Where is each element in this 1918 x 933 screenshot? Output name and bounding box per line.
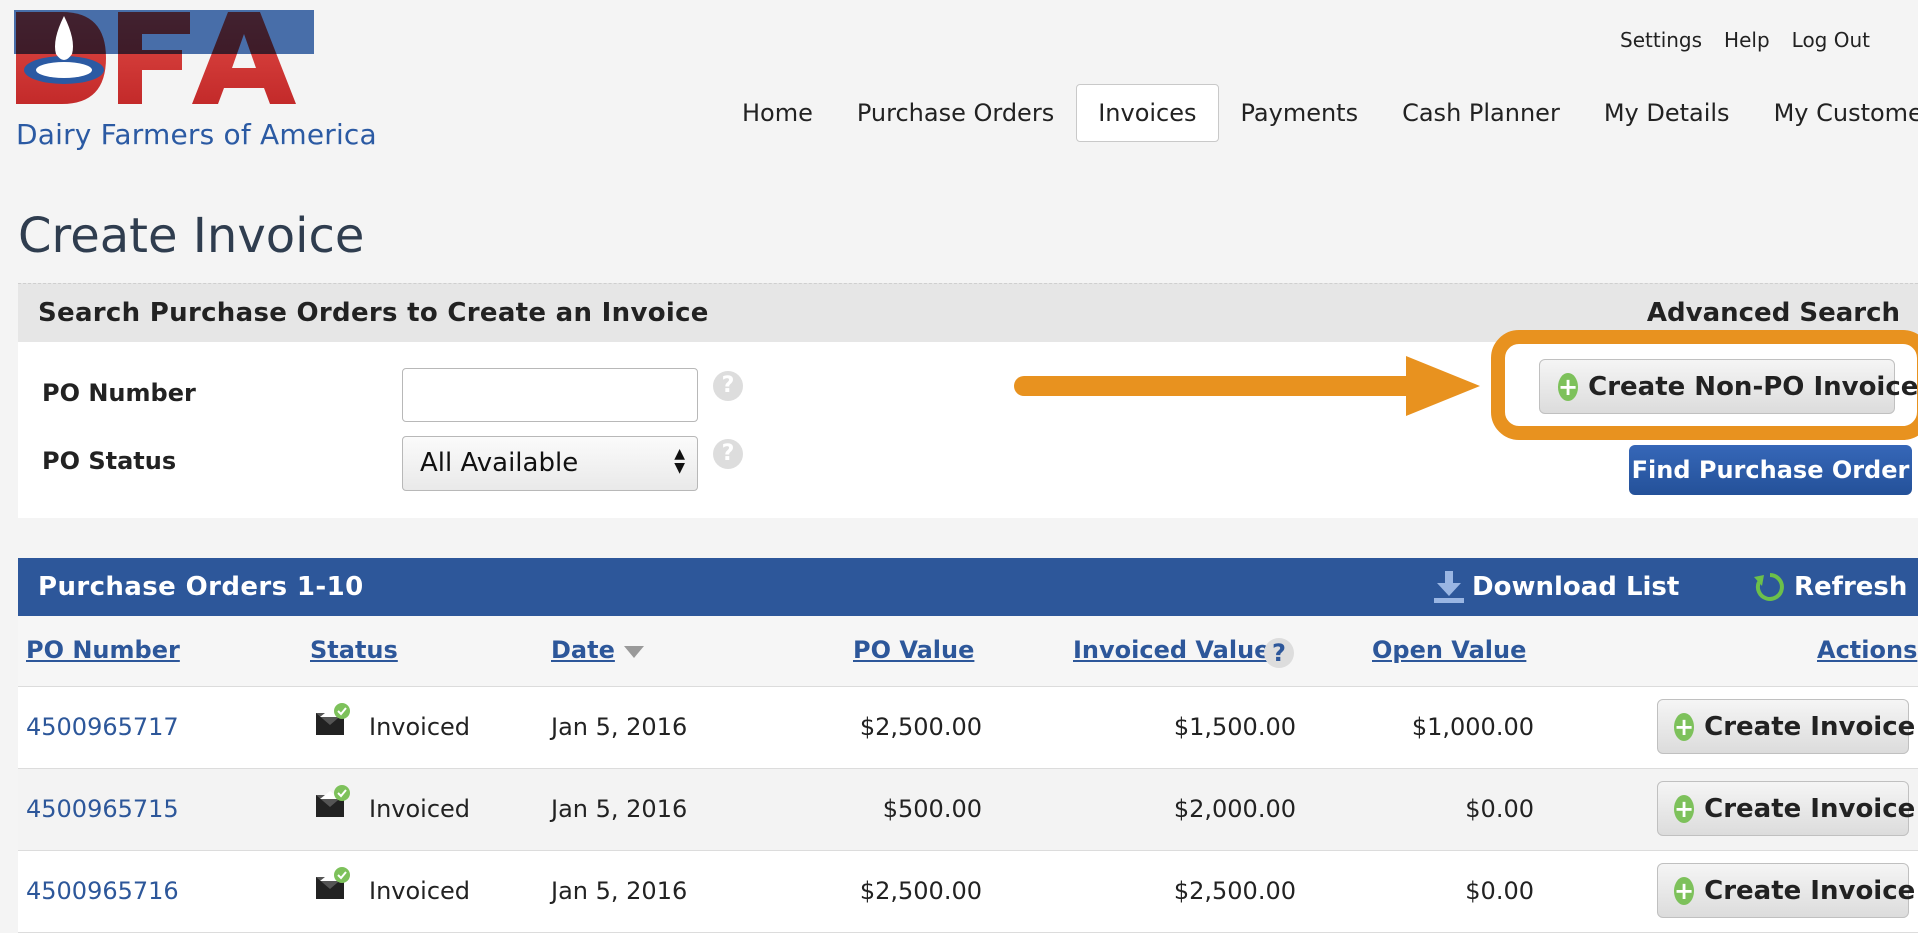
date-cell: Jan 5, 2016 — [551, 713, 688, 741]
logout-link[interactable]: Log Out — [1792, 28, 1870, 52]
download-list-button[interactable]: Download List — [1434, 571, 1679, 603]
sort-desc-icon[interactable] — [624, 646, 644, 658]
table-row: 4500965715 Invoiced Jan 5, 2016 $500.00 … — [18, 769, 1918, 851]
po-value-cell: $500.00 — [882, 795, 982, 823]
create-invoice-label: Create Invoice — [1704, 875, 1916, 906]
utility-nav: Settings Help Log Out — [1620, 28, 1870, 52]
po-number-link[interactable]: 4500965717 — [26, 713, 179, 741]
invoiced-value-cell: $2,500.00 — [1173, 877, 1296, 905]
main-nav: Home Purchase Orders Invoices Payments C… — [720, 84, 1918, 142]
open-value-cell: $0.00 — [1465, 795, 1534, 823]
results-heading: Purchase Orders 1-10 — [38, 572, 364, 602]
col-date[interactable]: Date — [551, 636, 615, 664]
invoiced-value-cell: $2,000.00 — [1173, 795, 1296, 823]
po-value-cell: $2,500.00 — [859, 713, 982, 741]
plus-circle-icon: + — [1674, 876, 1695, 905]
page-title: Create Invoice — [18, 208, 365, 264]
date-cell: Jan 5, 2016 — [551, 877, 688, 905]
create-invoice-button[interactable]: + Create Invoice — [1657, 699, 1915, 754]
date-cell: Jan 5, 2016 — [551, 795, 688, 823]
help-icon[interactable]: ? — [1264, 638, 1294, 668]
col-open-value[interactable]: Open Value — [1372, 636, 1526, 664]
nav-home[interactable]: Home — [720, 84, 835, 142]
invoiced-value-cell: $1,500.00 — [1173, 713, 1296, 741]
nav-my-details[interactable]: My Details — [1582, 84, 1752, 142]
plus-circle-icon: + — [1674, 712, 1695, 741]
refresh-label: Refresh — [1794, 572, 1908, 602]
status-text: Invoiced — [369, 877, 471, 905]
col-actions[interactable]: Actions — [1817, 636, 1917, 664]
nav-purchase-orders[interactable]: Purchase Orders — [835, 84, 1076, 142]
settings-link[interactable]: Settings — [1620, 28, 1702, 52]
status-text: Invoiced — [369, 795, 471, 823]
refresh-icon — [1754, 573, 1784, 601]
po-number-label: PO Number — [42, 379, 196, 407]
download-list-label: Download List — [1472, 572, 1680, 602]
arrow-right-icon — [1014, 356, 1480, 416]
invoiced-envelope-icon — [316, 703, 350, 735]
po-status-value: All Available — [420, 448, 579, 478]
advanced-search-link[interactable]: Advanced Search — [1647, 298, 1900, 328]
invoiced-envelope-icon — [316, 785, 350, 817]
invoiced-envelope-icon — [316, 867, 350, 899]
find-purchase-order-button[interactable]: Find Purchase Order — [1629, 445, 1912, 495]
po-number-link[interactable]: 4500965716 — [26, 877, 179, 905]
po-status-label: PO Status — [42, 447, 177, 475]
col-status[interactable]: Status — [310, 636, 398, 664]
refresh-button[interactable]: Refresh — [1754, 571, 1907, 603]
logo-tagline: Dairy Farmers of America — [16, 118, 377, 151]
po-number-link[interactable]: 4500965715 — [26, 795, 179, 823]
create-invoice-button[interactable]: + Create Invoice — [1657, 781, 1915, 836]
create-invoice-label: Create Invoice — [1704, 793, 1916, 824]
plus-circle-icon: + — [1674, 794, 1695, 823]
highlight-callout — [1491, 330, 1918, 440]
col-invoiced-value[interactable]: Invoiced Value — [1073, 636, 1270, 664]
status-text: Invoiced — [369, 713, 471, 741]
results-header: Purchase Orders 1-10 Download List Refre… — [18, 558, 1918, 616]
create-invoice-button[interactable]: + Create Invoice — [1657, 863, 1915, 918]
nav-cash-planner[interactable]: Cash Planner — [1380, 84, 1582, 142]
table-header: PO Number Status Date PO Value Invoiced … — [18, 616, 1918, 687]
select-arrows-icon: ▲ ▼ — [674, 446, 685, 476]
po-number-input[interactable] — [402, 368, 698, 422]
help-link[interactable]: Help — [1724, 28, 1770, 52]
create-invoice-label: Create Invoice — [1704, 711, 1916, 742]
open-value-cell: $1,000.00 — [1411, 713, 1534, 741]
search-heading: Search Purchase Orders to Create an Invo… — [38, 298, 709, 328]
help-icon[interactable]: ? — [713, 439, 743, 469]
help-icon[interactable]: ? — [713, 371, 743, 401]
download-icon — [1434, 571, 1464, 603]
dfa-logo[interactable]: Dairy Farmers of America — [14, 10, 377, 151]
open-value-cell: $0.00 — [1465, 877, 1534, 905]
nav-my-customer[interactable]: My Customer — [1752, 84, 1918, 142]
col-po-number[interactable]: PO Number — [26, 636, 180, 664]
table-row: 4500965716 Invoiced Jan 5, 2016 $2,500.0… — [18, 851, 1918, 933]
po-status-select[interactable]: All Available ▲ ▼ — [402, 436, 698, 491]
dfa-logo-mark — [14, 10, 314, 104]
nav-payments[interactable]: Payments — [1219, 84, 1381, 142]
table-row: 4500965717 Invoiced Jan 5, 2016 $2,500.0… — [18, 687, 1918, 769]
nav-invoices[interactable]: Invoices — [1076, 84, 1219, 142]
po-value-cell: $2,500.00 — [859, 877, 982, 905]
col-po-value[interactable]: PO Value — [853, 636, 974, 664]
